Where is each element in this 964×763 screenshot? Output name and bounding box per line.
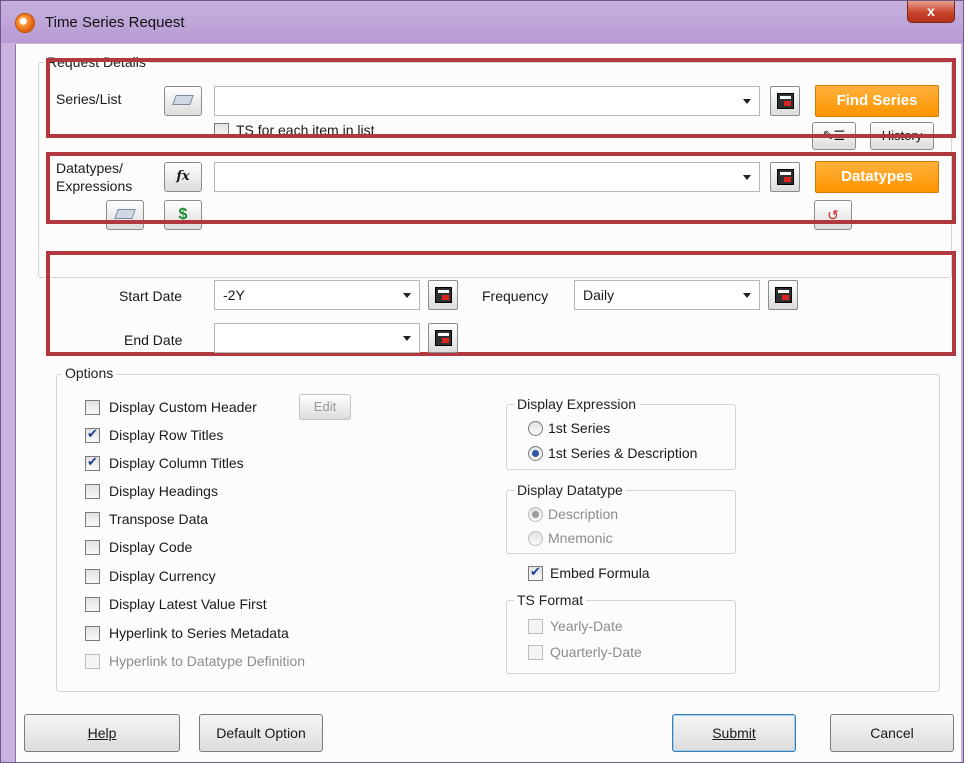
transpose-data-label: Transpose Data bbox=[109, 511, 209, 527]
cancel-button[interactable]: Cancel bbox=[830, 714, 954, 752]
display-headings-checkbox[interactable] bbox=[85, 484, 100, 499]
datatypes-highlight-box bbox=[46, 152, 956, 224]
chevron-down-icon[interactable] bbox=[403, 293, 411, 298]
mnemonic-label: Mnemonic bbox=[548, 530, 613, 546]
display-latest-value-first-checkbox[interactable] bbox=[85, 597, 100, 612]
frequency-label: Frequency bbox=[482, 288, 549, 304]
embed-formula-checkbox[interactable] bbox=[528, 564, 543, 581]
options-group bbox=[56, 374, 940, 692]
end-date-calendar-icon[interactable] bbox=[428, 323, 458, 353]
ts-format-group bbox=[506, 600, 736, 674]
hyperlink-series-metadata-checkbox[interactable] bbox=[85, 626, 100, 641]
submit-button[interactable]: Submit bbox=[672, 714, 796, 752]
frequency-lookup-icon[interactable] bbox=[768, 280, 798, 310]
first-series-description-radio[interactable] bbox=[528, 446, 543, 461]
display-headings-label: Display Headings bbox=[109, 483, 218, 499]
display-currency-checkbox[interactable] bbox=[85, 569, 100, 584]
options-legend: Options bbox=[62, 365, 117, 381]
quarterly-date-checkbox[interactable] bbox=[528, 645, 543, 660]
end-date-combobox[interactable] bbox=[214, 323, 420, 353]
close-button[interactable]: x bbox=[907, 1, 955, 23]
first-series-radio[interactable] bbox=[528, 421, 543, 436]
chevron-down-icon[interactable] bbox=[403, 336, 411, 341]
chevron-down-icon[interactable] bbox=[743, 293, 751, 298]
display-row-titles-label: Display Row Titles bbox=[109, 427, 224, 443]
embed-formula-label: Embed Formula bbox=[550, 565, 650, 581]
help-button-label: Help bbox=[87, 725, 117, 741]
title-bar: Time Series Request x bbox=[1, 1, 963, 43]
help-button[interactable]: Help bbox=[24, 714, 180, 752]
start-date-value: -2Y bbox=[223, 287, 245, 303]
hyperlink-datatype-definition-label: Hyperlink to Datatype Definition bbox=[109, 653, 306, 669]
display-code-checkbox[interactable] bbox=[85, 540, 100, 555]
window-title: Time Series Request bbox=[45, 14, 185, 31]
quarterly-date-label: Quarterly-Date bbox=[550, 644, 642, 660]
display-code-label: Display Code bbox=[109, 539, 193, 555]
display-custom-header-label: Display Custom Header bbox=[109, 399, 257, 415]
display-column-titles-checkbox[interactable] bbox=[85, 454, 100, 471]
first-series-label: 1st Series bbox=[548, 420, 611, 436]
display-custom-header-checkbox[interactable] bbox=[85, 400, 100, 415]
display-latest-value-first-label: Display Latest Value First bbox=[109, 596, 267, 612]
display-column-titles-label: Display Column Titles bbox=[109, 455, 244, 471]
first-series-description-label: 1st Series & Description bbox=[548, 445, 698, 461]
display-datatype-group bbox=[506, 490, 736, 554]
display-row-titles-checkbox[interactable] bbox=[85, 426, 100, 443]
ts-format-legend: TS Format bbox=[514, 592, 587, 608]
transpose-data-checkbox[interactable] bbox=[85, 512, 100, 527]
series-highlight-box bbox=[46, 58, 956, 138]
app-icon bbox=[15, 13, 35, 33]
yearly-date-label: Yearly-Date bbox=[550, 618, 623, 634]
dialog-client-area: Request Details Series/List Find Series … bbox=[15, 44, 961, 762]
start-date-calendar-icon[interactable] bbox=[428, 280, 458, 310]
display-expression-legend: Display Expression bbox=[514, 396, 640, 412]
start-date-label: Start Date bbox=[119, 288, 183, 304]
submit-button-label: Submit bbox=[712, 725, 756, 741]
hyperlink-datatype-definition-checkbox[interactable] bbox=[85, 654, 100, 669]
end-date-label: End Date bbox=[124, 332, 183, 348]
display-currency-label: Display Currency bbox=[109, 568, 216, 584]
mnemonic-radio[interactable] bbox=[528, 531, 543, 546]
display-datatype-legend: Display Datatype bbox=[514, 482, 626, 498]
description-radio[interactable] bbox=[528, 507, 543, 522]
description-label: Description bbox=[548, 506, 619, 522]
frequency-value: Daily bbox=[583, 287, 615, 303]
edit-header-button[interactable]: Edit bbox=[299, 394, 351, 420]
yearly-date-checkbox[interactable] bbox=[528, 619, 543, 634]
frequency-combobox[interactable]: Daily bbox=[574, 280, 760, 310]
start-date-combobox[interactable]: -2Y bbox=[214, 280, 420, 310]
hyperlink-series-metadata-label: Hyperlink to Series Metadata bbox=[109, 625, 289, 641]
default-option-button[interactable]: Default Option bbox=[199, 714, 323, 752]
time-series-request-window: Time Series Request x Request Details Se… bbox=[0, 0, 964, 763]
